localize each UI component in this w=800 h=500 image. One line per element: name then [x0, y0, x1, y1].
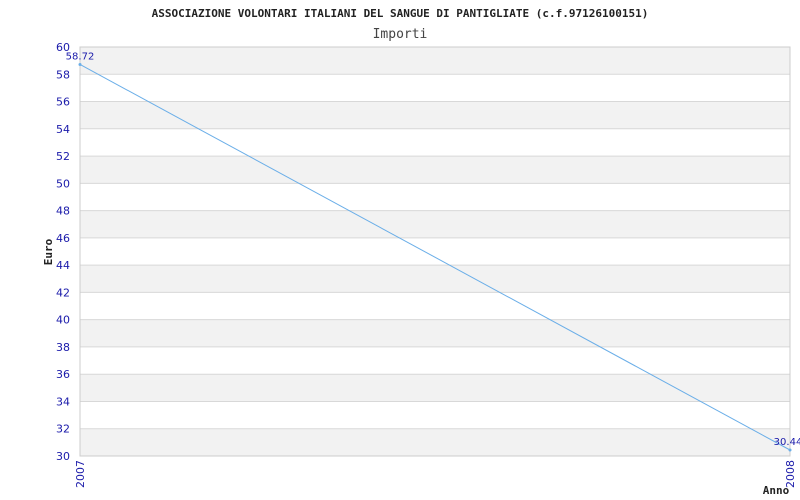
y-axis-label: Euro — [42, 238, 55, 265]
plot-band — [80, 74, 790, 102]
y-tick-label: 58 — [56, 68, 70, 81]
plot-band — [80, 401, 790, 429]
x-axis-label: Anno — [763, 484, 790, 497]
data-label: 58.72 — [66, 51, 95, 62]
y-tick-label: 38 — [56, 341, 70, 354]
y-tick-label: 32 — [56, 423, 70, 436]
plot-band — [80, 374, 790, 402]
data-point — [788, 448, 792, 452]
plot-band — [80, 428, 790, 456]
y-tick-label: 30 — [56, 450, 70, 463]
y-tick-label: 48 — [56, 205, 70, 218]
chart-title: ASSOCIAZIONE VOLONTARI ITALIANI DEL SANG… — [152, 7, 649, 20]
plot-band — [80, 47, 790, 75]
plot-band — [80, 101, 790, 129]
x-axis-ticks: 2007 2008 — [74, 460, 797, 488]
y-tick-label: 34 — [56, 395, 70, 408]
line-chart: 30323436384042444648505254565860 2007 200… — [42, 7, 800, 497]
y-tick-label: 42 — [56, 286, 70, 299]
plot-band — [80, 128, 790, 157]
plot-band — [80, 210, 790, 238]
plot-band — [80, 183, 790, 211]
plot-background-bands — [80, 47, 790, 456]
y-tick-label: 36 — [56, 368, 70, 381]
data-point — [78, 62, 82, 66]
y-tick-label: 40 — [56, 314, 70, 327]
plot-band — [80, 265, 790, 293]
plot-band — [80, 319, 790, 347]
plot-band — [80, 156, 790, 184]
y-tick-label: 54 — [56, 123, 70, 136]
y-tick-label: 50 — [56, 177, 70, 190]
plot-band — [80, 292, 790, 320]
x-tick-label: 2007 — [74, 460, 87, 488]
data-label: 30.44 — [774, 437, 800, 448]
y-tick-label: 44 — [56, 259, 70, 272]
y-tick-label: 52 — [56, 150, 70, 163]
plot-band — [80, 237, 790, 266]
chart-subtitle: Importi — [373, 27, 428, 42]
plot-band — [80, 346, 790, 375]
y-tick-label: 46 — [56, 232, 70, 245]
y-tick-label: 56 — [56, 96, 70, 109]
y-axis-ticks: 30323436384042444648505254565860 — [56, 41, 70, 463]
